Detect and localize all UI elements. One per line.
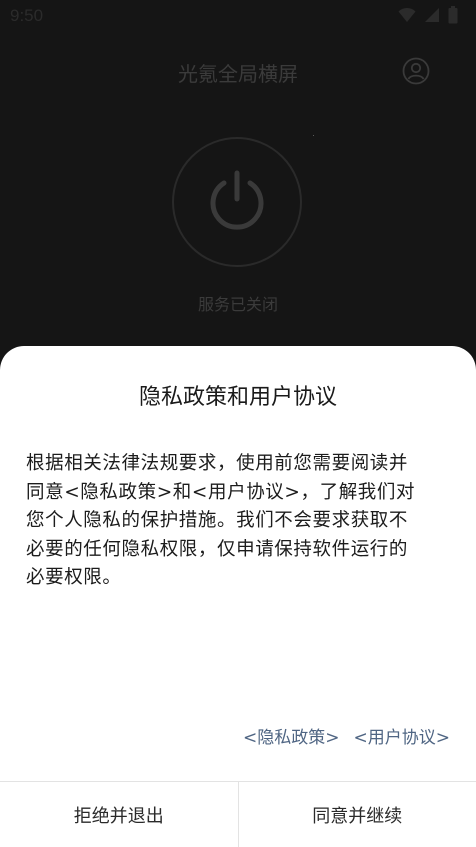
privacy-policy-link[interactable]: <隐私政策> [243, 723, 340, 748]
battery-icon [448, 6, 458, 24]
policy-links: <隐私政策> <用户协议> [243, 723, 450, 748]
user-agreement-link[interactable]: <用户协议> [354, 723, 451, 748]
dialog-body-line: 根据相关法律法规要求，使用前您需要阅读并 [26, 450, 450, 479]
power-toggle-button[interactable] [172, 137, 302, 267]
status-bar: 9:50 [0, 0, 476, 34]
wifi-icon [398, 7, 416, 23]
privacy-dialog: 隐私政策和用户协议 根据相关法律法规要求，使用前您需要阅读并 同意<隐私政策>和… [0, 346, 476, 846]
dialog-body-line: 您个人隐私的保护措施。我们不会要求获取不 [26, 507, 450, 536]
dialog-button-row: 拒绝并退出 同意并继续 [0, 781, 476, 847]
agree-continue-button[interactable]: 同意并继续 [239, 782, 476, 847]
service-status-text: 服务已关闭 [0, 291, 476, 315]
app-header: 光氪全局横屏 [0, 50, 476, 94]
dialog-body-line: 必要的任何隐私权限，仅申请保持软件运行的 [26, 536, 450, 565]
status-icons [398, 6, 458, 24]
dialog-body: 根据相关法律法规要求，使用前您需要阅读并 同意<隐私政策>和<用户协议>，了解我… [26, 450, 450, 593]
decorative-dot [313, 135, 314, 136]
cellular-signal-icon [424, 7, 440, 23]
status-time: 9:50 [10, 6, 43, 26]
reject-exit-button[interactable]: 拒绝并退出 [0, 782, 239, 847]
power-icon [207, 169, 267, 233]
dialog-body-line: 同意<隐私政策>和<用户协议>，了解我们对 [26, 479, 450, 508]
account-circle-icon[interactable] [402, 57, 430, 85]
dialog-title: 隐私政策和用户协议 [0, 379, 476, 411]
dialog-body-line: 必要权限。 [26, 564, 450, 593]
